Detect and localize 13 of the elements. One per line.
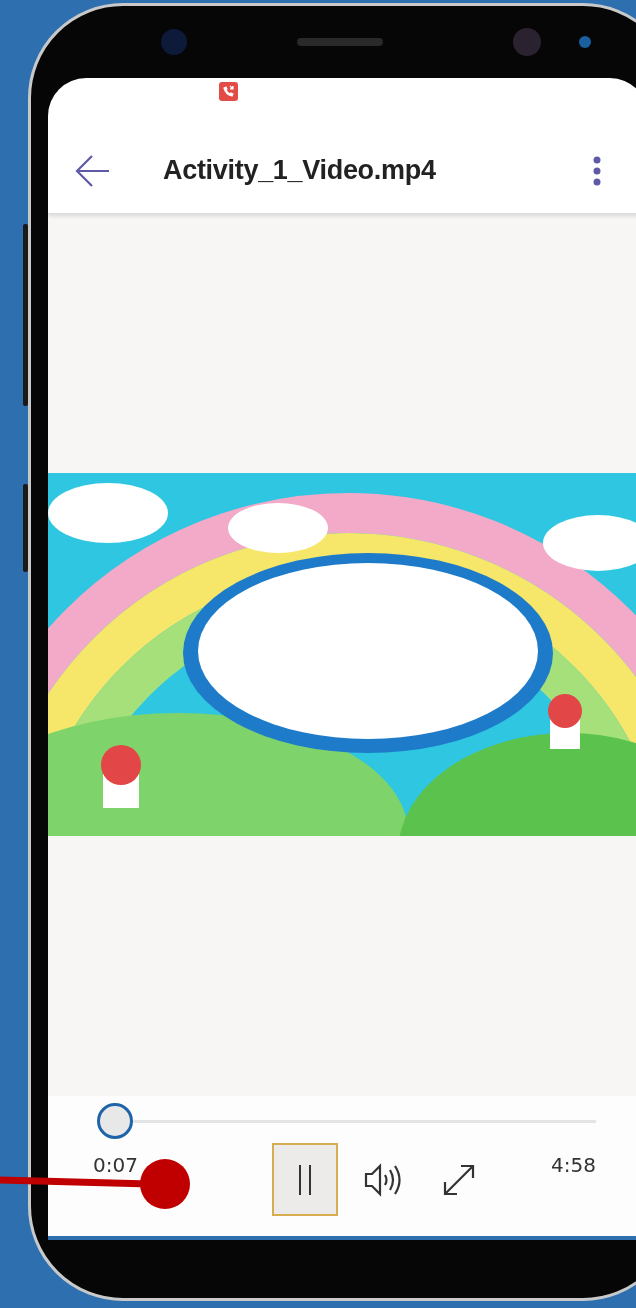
camera-icon (579, 36, 591, 48)
pause-button[interactable] (271, 1143, 338, 1216)
expand-icon (441, 1162, 476, 1197)
more-options-icon[interactable] (593, 155, 601, 186)
speaker-icon (363, 1161, 404, 1198)
seek-thumb[interactable] (96, 1103, 133, 1139)
missed-call-icon (219, 82, 238, 101)
camera-icon (513, 28, 541, 56)
video-title: Activity_1_Video.mp4 (163, 155, 437, 186)
duration-time: 4:58 (551, 1153, 596, 1177)
elapsed-time: 0:07 (93, 1153, 138, 1177)
sensor-icon (161, 29, 187, 55)
back-arrow-icon[interactable] (75, 152, 111, 189)
